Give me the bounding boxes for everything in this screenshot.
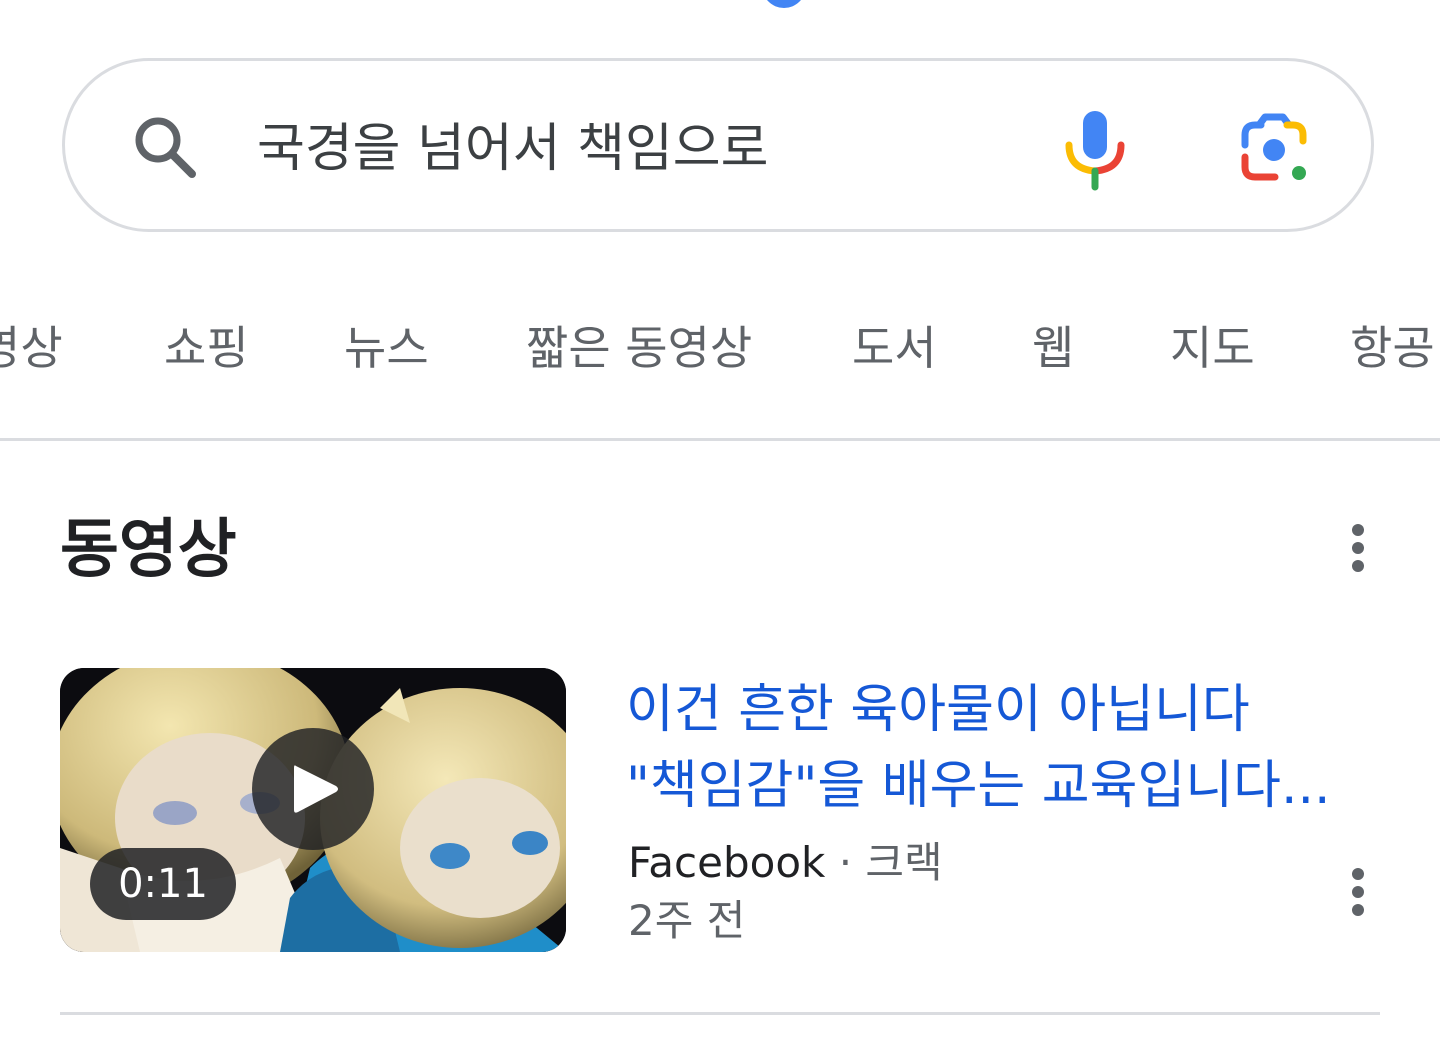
result-divider	[60, 1012, 1380, 1015]
search-input[interactable]: 국경을 넘어서 책임으로	[257, 113, 768, 185]
tabs-divider	[0, 438, 1440, 441]
video-source: Facebook · 크랙	[628, 836, 943, 890]
search-icon[interactable]	[129, 111, 201, 183]
search-box[interactable]: 국경을 넘어서 책임으로	[62, 58, 1374, 232]
video-date: 2주 전	[628, 896, 746, 945]
tab-videos[interactable]: 영상	[0, 310, 63, 386]
video-title-link[interactable]: 이건 흔한 육아물이 아닙니다 "책임감"을 배우는 교육입니다...	[626, 672, 1386, 824]
tab-books[interactable]: 도서	[852, 310, 937, 386]
video-thumbnail[interactable]: 0:11	[60, 668, 566, 952]
tab-short-videos[interactable]: 짧은 동영상	[526, 310, 752, 386]
video-more-icon[interactable]	[1338, 862, 1378, 922]
tab-maps[interactable]: 지도	[1170, 310, 1255, 386]
tab-flights[interactable]: 항공	[1350, 310, 1435, 386]
tab-shopping[interactable]: 쇼핑	[164, 310, 249, 386]
section-title: 동영상	[60, 513, 237, 587]
video-title-line-2[interactable]: "책임감"을 배우는 교육입니다...	[626, 748, 1386, 824]
page: 국경을 넘어서 책임으로 영상 쇼핑 뉴스 짧은 동영상 도서 웹 지도 항공 …	[0, 0, 1440, 1044]
play-icon	[294, 765, 338, 813]
video-channel: 크랙	[865, 838, 943, 887]
play-button[interactable]	[252, 728, 374, 850]
video-title-line-1[interactable]: 이건 흔한 육아물이 아닙니다	[626, 672, 1386, 748]
video-duration: 0:11	[90, 848, 236, 920]
video-source-name: Facebook	[628, 838, 826, 887]
search-tabs: 영상 쇼핑 뉴스 짧은 동영상 도서 웹 지도 항공	[0, 310, 1440, 390]
top-indicator-dot	[762, 0, 806, 8]
microphone-icon[interactable]	[1061, 107, 1129, 191]
camera-lens-icon[interactable]	[1235, 111, 1313, 189]
video-meta-separator: ·	[825, 838, 866, 887]
tab-web[interactable]: 웹	[1032, 310, 1074, 386]
tab-news[interactable]: 뉴스	[344, 310, 429, 386]
section-more-icon[interactable]	[1338, 518, 1378, 578]
